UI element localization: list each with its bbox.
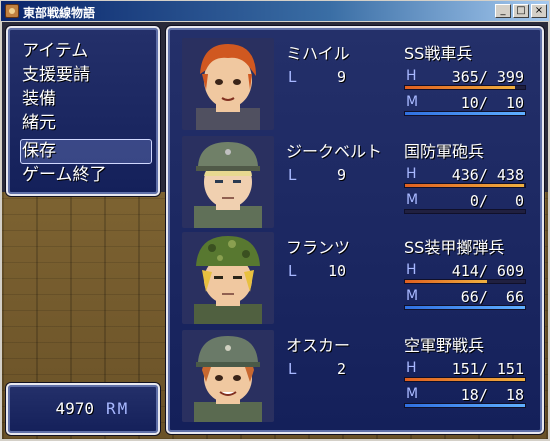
- member-class: SS戦車兵: [404, 44, 473, 63]
- hp-row: H 365/ 399: [404, 68, 526, 90]
- menu-item-status[interactable]: 緒元: [22, 112, 56, 134]
- mp-value: 0/ 0: [469, 192, 524, 210]
- mp-row: M 10/ 10: [404, 94, 526, 116]
- game-screen: アイテム 支援要請 装備 緒元 保存 ゲーム終了 4970 RM ミハイル L …: [2, 22, 548, 439]
- member-level: 2: [336, 360, 346, 378]
- menu-item-equip[interactable]: 装備: [22, 88, 56, 110]
- mp-bar-fill: [405, 404, 525, 407]
- portrait-mikhail: [182, 38, 274, 130]
- member-name: オスカー: [286, 336, 351, 355]
- member-level: 9: [336, 166, 346, 184]
- party-member-4[interactable]: オスカー L 2 空軍野戦兵 H 151/ 151 M 18/ 18: [182, 330, 532, 422]
- mp-label: M: [406, 192, 419, 208]
- maximize-button[interactable]: □: [513, 4, 529, 18]
- hp-value: 436/ 438: [451, 166, 524, 184]
- hp-bar-fill: [405, 86, 515, 89]
- hp-row: H 436/ 438: [404, 166, 526, 188]
- gold-unit: RM: [106, 399, 130, 418]
- mp-row: M 0/ 0: [404, 192, 526, 214]
- gold-amount: 4970: [55, 399, 94, 418]
- member-class: 国防軍砲兵: [404, 142, 485, 161]
- hp-value: 414/ 609: [451, 262, 524, 280]
- hp-row: H 151/ 151: [404, 360, 526, 382]
- member-name: ジークベルト: [286, 142, 383, 161]
- gold-window: 4970 RM: [6, 383, 160, 435]
- portrait-siegbert: [182, 136, 274, 228]
- member-class: SS装甲擲弾兵: [404, 238, 505, 257]
- hp-label: H: [406, 262, 417, 278]
- mp-value: 18/ 18: [460, 386, 524, 404]
- minimize-button[interactable]: _: [495, 4, 511, 18]
- hp-bar-fill: [405, 184, 525, 187]
- party-status-window: ミハイル L 9 SS戦車兵 H 365/ 399 M 10/ 10 ジークベル…: [166, 26, 544, 434]
- hp-label: H: [406, 166, 417, 182]
- app-icon: [5, 4, 19, 18]
- hp-label: H: [406, 360, 417, 376]
- menu-item-quit[interactable]: ゲーム終了: [22, 164, 107, 186]
- party-member-1[interactable]: ミハイル L 9 SS戦車兵 H 365/ 399 M 10/ 10: [182, 38, 532, 130]
- mp-row: M 18/ 18: [404, 386, 526, 408]
- menu-item-items[interactable]: アイテム: [22, 40, 88, 62]
- mp-row: M 66/ 66: [404, 288, 526, 310]
- close-button[interactable]: ×: [531, 4, 547, 18]
- title-bar: 東部戦線物語 _ □ ×: [0, 0, 550, 22]
- level-label: L: [288, 68, 297, 86]
- level-label: L: [288, 262, 297, 280]
- hp-bar-fill: [405, 378, 525, 381]
- member-class: 空軍野戦兵: [404, 336, 485, 355]
- member-level: 9: [336, 68, 346, 86]
- mp-value: 10/ 10: [460, 94, 524, 112]
- portrait-franz: [182, 232, 274, 324]
- window-title: 東部戦線物語: [23, 6, 96, 20]
- portrait-oskar: [182, 330, 274, 422]
- hp-row: H 414/ 609: [404, 262, 526, 284]
- menu-item-save[interactable]: 保存: [22, 140, 56, 162]
- party-member-3[interactable]: フランツ L 10 SS装甲擲弾兵 H 414/ 609 M 66/ 66: [182, 232, 532, 324]
- command-menu-window: アイテム 支援要請 装備 緒元 保存 ゲーム終了: [6, 26, 160, 196]
- level-label: L: [288, 166, 297, 184]
- menu-item-support[interactable]: 支援要請: [22, 64, 90, 86]
- hp-value: 365/ 399: [451, 68, 524, 86]
- mp-label: M: [406, 288, 419, 304]
- hp-label: H: [406, 68, 417, 84]
- hp-value: 151/ 151: [451, 360, 524, 378]
- mp-value: 66/ 66: [460, 288, 524, 306]
- mp-bar-fill: [405, 306, 525, 309]
- mp-label: M: [406, 94, 419, 110]
- mp-bar-fill: [405, 112, 525, 115]
- level-label: L: [288, 360, 297, 378]
- member-name: ミハイル: [286, 44, 350, 63]
- member-level: 10: [327, 262, 346, 280]
- mp-label: M: [406, 386, 419, 402]
- party-member-2[interactable]: ジークベルト L 9 国防軍砲兵 H 436/ 438 M 0/ 0: [182, 136, 532, 228]
- hp-bar-fill: [405, 280, 487, 283]
- member-name: フランツ: [286, 238, 351, 257]
